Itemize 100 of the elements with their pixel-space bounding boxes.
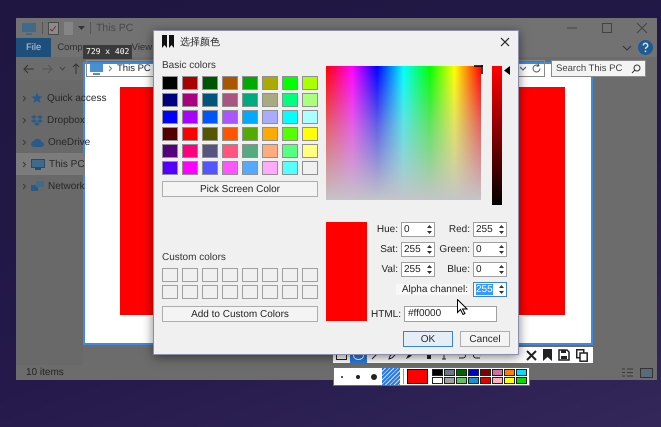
palette-swatch[interactable] [504, 369, 515, 376]
color-swatch[interactable] [202, 127, 218, 141]
dialog-button[interactable]: OK [403, 331, 453, 347]
expand-chevron-icon[interactable] [22, 160, 27, 168]
color-swatch[interactable] [222, 110, 238, 124]
color-swatch[interactable] [282, 144, 298, 158]
spin-box[interactable]: 255 [401, 262, 435, 277]
palette-swatch[interactable] [468, 377, 479, 384]
color-swatch[interactable] [262, 76, 278, 90]
custom-color-slot[interactable] [242, 268, 258, 282]
ribbon-tab[interactable]: File [16, 38, 52, 57]
color-swatch[interactable] [162, 93, 178, 107]
palette-swatch[interactable] [480, 369, 491, 376]
color-swatch[interactable] [222, 93, 238, 107]
custom-color-slot[interactable] [222, 268, 238, 282]
color-swatch[interactable] [242, 110, 258, 124]
custom-color-slot[interactable] [302, 285, 318, 299]
custom-color-slot[interactable] [282, 268, 298, 282]
color-swatch[interactable] [282, 110, 298, 124]
html-input[interactable]: #ff0000 [404, 306, 497, 322]
color-swatch[interactable] [242, 93, 258, 107]
custom-color-slot[interactable] [222, 285, 238, 299]
color-swatch[interactable] [242, 161, 258, 175]
color-swatch[interactable] [302, 144, 318, 158]
refresh-icon[interactable] [531, 63, 542, 74]
nav-item[interactable]: This PC [16, 153, 85, 175]
copy-icon[interactable] [576, 348, 588, 362]
palette-swatch[interactable] [444, 369, 455, 376]
palette-swatch[interactable] [456, 369, 467, 376]
color-swatch[interactable] [302, 93, 318, 107]
palette-swatch[interactable] [444, 377, 455, 384]
color-swatch[interactable] [222, 161, 238, 175]
color-swatch[interactable] [282, 161, 298, 175]
palette-swatch[interactable] [456, 377, 467, 384]
color-swatch[interactable] [282, 93, 298, 107]
color-swatch[interactable] [262, 93, 278, 107]
expand-chevron-icon[interactable] [22, 182, 27, 190]
color-swatch[interactable] [202, 144, 218, 158]
expand-chevron-icon[interactable] [22, 116, 27, 124]
spin-arrows-icon[interactable] [498, 264, 505, 275]
color-swatch[interactable] [262, 110, 278, 124]
spin-arrows-icon[interactable] [426, 264, 433, 275]
spin-arrows-icon[interactable] [498, 284, 505, 295]
color-swatch[interactable] [262, 127, 278, 141]
color-swatch[interactable] [182, 144, 198, 158]
palette-swatch[interactable] [492, 369, 503, 376]
color-swatch[interactable] [182, 110, 198, 124]
color-swatch[interactable] [202, 110, 218, 124]
color-swatch[interactable] [222, 76, 238, 90]
custom-color-slot[interactable] [282, 285, 298, 299]
color-swatch[interactable] [162, 127, 178, 141]
up-arrow-icon[interactable] [72, 63, 80, 74]
custom-color-slot[interactable] [202, 268, 218, 282]
current-color-swatch[interactable] [407, 369, 428, 384]
color-swatch[interactable] [202, 161, 218, 175]
add-custom-color-button[interactable]: Add to Custom Colors [162, 306, 318, 322]
color-swatch[interactable] [162, 161, 178, 175]
spin-box[interactable]: 0 [473, 262, 507, 277]
color-swatch[interactable] [182, 93, 198, 107]
color-swatch[interactable] [302, 110, 318, 124]
spin-box[interactable]: 0 [473, 242, 507, 257]
document-check-icon[interactable] [48, 22, 59, 34]
custom-color-slot[interactable] [202, 285, 218, 299]
color-spectrum[interactable] [326, 66, 481, 200]
spin-arrows-icon[interactable] [498, 244, 505, 255]
color-swatch[interactable] [182, 161, 198, 175]
color-swatch[interactable] [242, 76, 258, 90]
custom-color-slot[interactable] [262, 285, 278, 299]
color-swatch[interactable] [282, 127, 298, 141]
custom-color-slot[interactable] [182, 268, 198, 282]
color-swatch[interactable] [282, 76, 298, 90]
palette-swatch[interactable] [468, 369, 479, 376]
color-swatch[interactable] [182, 127, 198, 141]
color-swatch[interactable] [302, 76, 318, 90]
expand-chevron-icon[interactable] [22, 94, 27, 102]
spin-arrows-icon[interactable] [426, 224, 433, 235]
color-swatch[interactable] [162, 144, 178, 158]
close-icon[interactable] [526, 350, 537, 360]
pick-screen-color-button[interactable]: Pick Screen Color [162, 181, 318, 197]
color-swatch[interactable] [202, 76, 218, 90]
palette-swatch[interactable] [504, 377, 515, 384]
color-swatch[interactable] [262, 144, 278, 158]
color-swatch[interactable] [302, 161, 318, 175]
close-button[interactable] [500, 36, 510, 46]
chevron-down-icon[interactable] [622, 44, 632, 50]
color-swatch[interactable] [302, 127, 318, 141]
search-field[interactable]: Search This PC [551, 60, 646, 77]
color-swatch[interactable] [222, 144, 238, 158]
maximize-button[interactable] [601, 22, 613, 34]
custom-color-slot[interactable] [262, 268, 278, 282]
color-swatch[interactable] [242, 144, 258, 158]
color-swatch[interactable] [162, 76, 178, 90]
color-swatch[interactable] [242, 127, 258, 141]
details-view-icon[interactable] [622, 368, 633, 377]
expand-chevron-icon[interactable] [22, 138, 27, 146]
crosshair-icon[interactable] [474, 65, 483, 74]
palette-swatch[interactable] [516, 369, 527, 376]
custom-color-slot[interactable] [182, 285, 198, 299]
spin-box[interactable]: 255 [401, 242, 435, 257]
help-icon[interactable] [638, 40, 653, 55]
